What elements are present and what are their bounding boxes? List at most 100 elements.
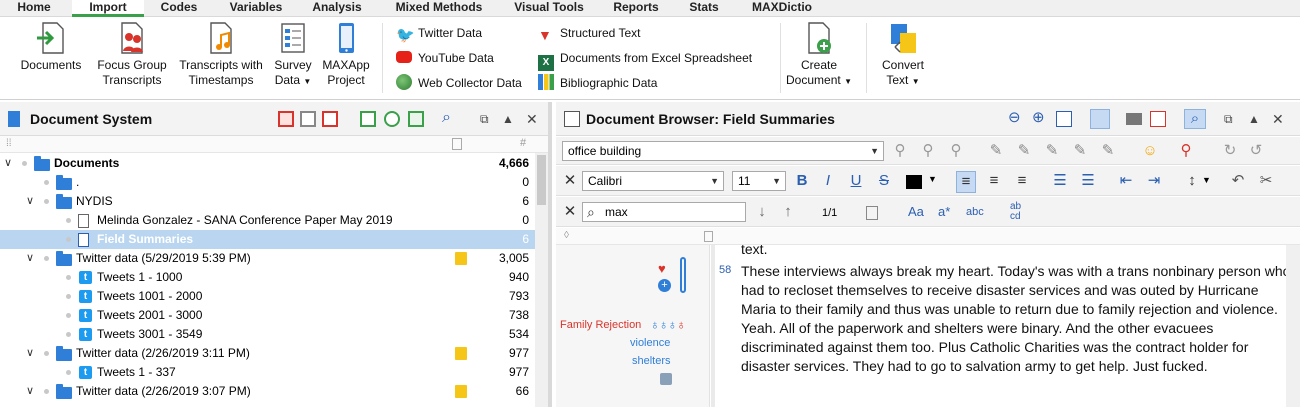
undock-icon[interactable]: ⧉: [1224, 111, 1240, 127]
line-spacing-icon[interactable]: ↕: [1182, 171, 1202, 191]
align-right-icon[interactable]: ≡: [1012, 171, 1032, 191]
convert-text-button[interactable]: Convert Text ▼: [872, 21, 934, 89]
new-document-icon[interactable]: [384, 111, 400, 127]
maximize-icon[interactable]: ▲: [502, 111, 518, 127]
collapse-icon[interactable]: ∨: [4, 154, 12, 173]
coding-stripe[interactable]: [680, 257, 686, 293]
chevron-down-icon[interactable]: ▼: [1202, 175, 1211, 185]
search-icon[interactable]: ⌕: [1184, 109, 1206, 129]
code-in-vivo-icon[interactable]: ⚲: [918, 141, 938, 161]
create-document-button[interactable]: Create Document ▼: [784, 21, 854, 89]
menu-mixed-methods[interactable]: Mixed Methods: [384, 0, 494, 17]
twitter-data-button[interactable]: 🐦 Twitter Data: [396, 23, 482, 44]
code-label-violence[interactable]: violence: [630, 337, 670, 349]
menu-home[interactable]: Home: [8, 0, 60, 17]
documents-button[interactable]: Documents: [14, 21, 88, 73]
replace-icon[interactable]: ab cd: [1010, 202, 1021, 222]
code-label-family-rejection[interactable]: Family Rejection: [560, 319, 641, 331]
survey-data-button[interactable]: Survey Data ▼: [272, 21, 314, 89]
menu-stats[interactable]: Stats: [682, 0, 726, 17]
align-center-icon[interactable]: ≡: [984, 171, 1004, 191]
tree-row-twitter-set[interactable]: ∨ Twitter data (2/26/2019 3:11 PM) 977: [0, 344, 535, 363]
text-size-icon[interactable]: [1056, 111, 1072, 127]
transcripts-timestamps-button[interactable]: Transcripts with Timestamps: [174, 21, 268, 88]
tree-row-tweets[interactable]: t Tweets 3001 - 3549 534: [0, 325, 535, 344]
indent-icon[interactable]: ⇥: [1144, 171, 1164, 191]
align-left-icon[interactable]: ≡: [956, 171, 976, 193]
close-icon[interactable]: ✕: [1272, 111, 1288, 127]
code-icon[interactable]: ⚲: [890, 141, 910, 161]
document-text[interactable]: These interviews always break my heart. …: [741, 262, 1291, 376]
underline-icon[interactable]: U: [846, 171, 866, 191]
new-folder-icon[interactable]: [408, 111, 424, 127]
collapse-icon[interactable]: ∨: [26, 249, 34, 268]
italic-icon[interactable]: I: [818, 171, 838, 191]
tree-row-dot[interactable]: . 0: [0, 173, 535, 192]
web-collector-button[interactable]: Web Collector Data: [396, 73, 522, 93]
tree-row-twitter-set[interactable]: ∨ Twitter data (5/29/2019 5:39 PM) 3,005: [0, 249, 535, 268]
close-icon[interactable]: ✕: [526, 111, 542, 127]
tree-row-tweets[interactable]: t Tweets 1001 - 2000 793: [0, 287, 535, 306]
numbered-list-icon[interactable]: ☰: [1078, 171, 1098, 191]
database-icon[interactable]: [660, 373, 672, 385]
tree-row-tweets[interactable]: t Tweets 2001 - 3000 738: [0, 306, 535, 325]
maxapp-project-button[interactable]: MAXApp Project: [318, 21, 374, 88]
strikethrough-icon[interactable]: S: [874, 171, 894, 191]
menu-variables[interactable]: Variables: [218, 0, 294, 17]
font-select[interactable]: Calibri ▼: [582, 171, 724, 191]
import-icon[interactable]: [360, 111, 376, 127]
chevron-down-icon[interactable]: ▼: [928, 174, 937, 184]
undock-icon[interactable]: ⧉: [480, 111, 496, 127]
collapse-icon[interactable]: ∨: [26, 344, 34, 363]
excel-import-button[interactable]: X Documents from Excel Spreadsheet: [538, 48, 752, 71]
highlighter-icon[interactable]: ✎: [1042, 141, 1062, 161]
highlighter-icon[interactable]: ✎: [1014, 141, 1034, 161]
clear-coding-icon[interactable]: ↺: [1246, 141, 1266, 161]
maximize-icon[interactable]: ▲: [1248, 111, 1264, 127]
tree-scrollbar[interactable]: [535, 153, 548, 407]
tree-row-tweets[interactable]: t Tweets 1 - 1000 940: [0, 268, 535, 287]
menu-analysis[interactable]: Analysis: [306, 0, 368, 17]
activate-documents-icon[interactable]: [278, 111, 294, 127]
match-case-icon[interactable]: Aa: [908, 204, 924, 219]
zoom-in-icon[interactable]: ⊕: [1032, 110, 1048, 127]
youtube-data-button[interactable]: YouTube Data: [396, 48, 494, 68]
menu-visual-tools[interactable]: Visual Tools: [508, 0, 590, 17]
highlighter-icon[interactable]: ✎: [986, 141, 1006, 161]
menu-reports[interactable]: Reports: [604, 0, 668, 17]
whole-word-icon[interactable]: abc: [966, 206, 984, 218]
font-size-select[interactable]: 11 ▼: [732, 171, 786, 191]
next-hit-icon[interactable]: ↓: [752, 202, 772, 222]
tree-row-document[interactable]: Melinda Gonzalez - SANA Conference Paper…: [0, 211, 535, 230]
broken-heart-icon[interactable]: ♥: [658, 261, 666, 276]
menu-codes[interactable]: Codes: [152, 0, 206, 17]
tree-row-tweets[interactable]: t Tweets 1 - 337 977: [0, 363, 535, 382]
memo-icon[interactable]: [455, 252, 467, 265]
previous-hit-icon[interactable]: ↑: [778, 202, 798, 222]
highlighter-icon[interactable]: ✎: [1070, 141, 1090, 161]
coding-stripes[interactable]: ♁♁♁♁: [650, 317, 686, 332]
tree-row-nydis[interactable]: ∨ NYDIS 6: [0, 192, 535, 211]
cut-icon[interactable]: ✂: [1256, 171, 1276, 191]
emoticon-icon[interactable]: ☺: [1140, 141, 1160, 161]
search-icon[interactable]: ⌕: [442, 110, 458, 127]
edit-mode-icon[interactable]: [1090, 109, 1110, 129]
undo-coding-icon[interactable]: ↻: [1220, 141, 1240, 161]
tree-row-documents[interactable]: ∨ Documents 4,666: [0, 154, 535, 173]
highlighter-icon[interactable]: ✎: [1098, 141, 1118, 161]
structured-text-button[interactable]: ▼ Structured Text: [538, 23, 640, 43]
code-select[interactable]: office building ▼: [562, 141, 884, 161]
undo-icon[interactable]: ↶: [1228, 171, 1248, 191]
remove-code-icon[interactable]: ⚲: [946, 141, 966, 161]
wildcard-icon[interactable]: a*: [938, 204, 950, 219]
scrollbar-thumb[interactable]: [537, 155, 546, 205]
copy-documents-icon[interactable]: [300, 111, 316, 127]
pin-icon[interactable]: ⚲: [1176, 141, 1196, 161]
font-color-icon[interactable]: [906, 175, 922, 189]
outdent-icon[interactable]: ⇤: [1116, 171, 1136, 191]
medical-cross-icon[interactable]: +: [658, 279, 671, 292]
close-search-icon[interactable]: ✕: [560, 202, 580, 222]
collapse-icon[interactable]: ∨: [26, 192, 34, 211]
export-icon[interactable]: [1150, 111, 1166, 127]
print-icon[interactable]: [1126, 113, 1142, 125]
